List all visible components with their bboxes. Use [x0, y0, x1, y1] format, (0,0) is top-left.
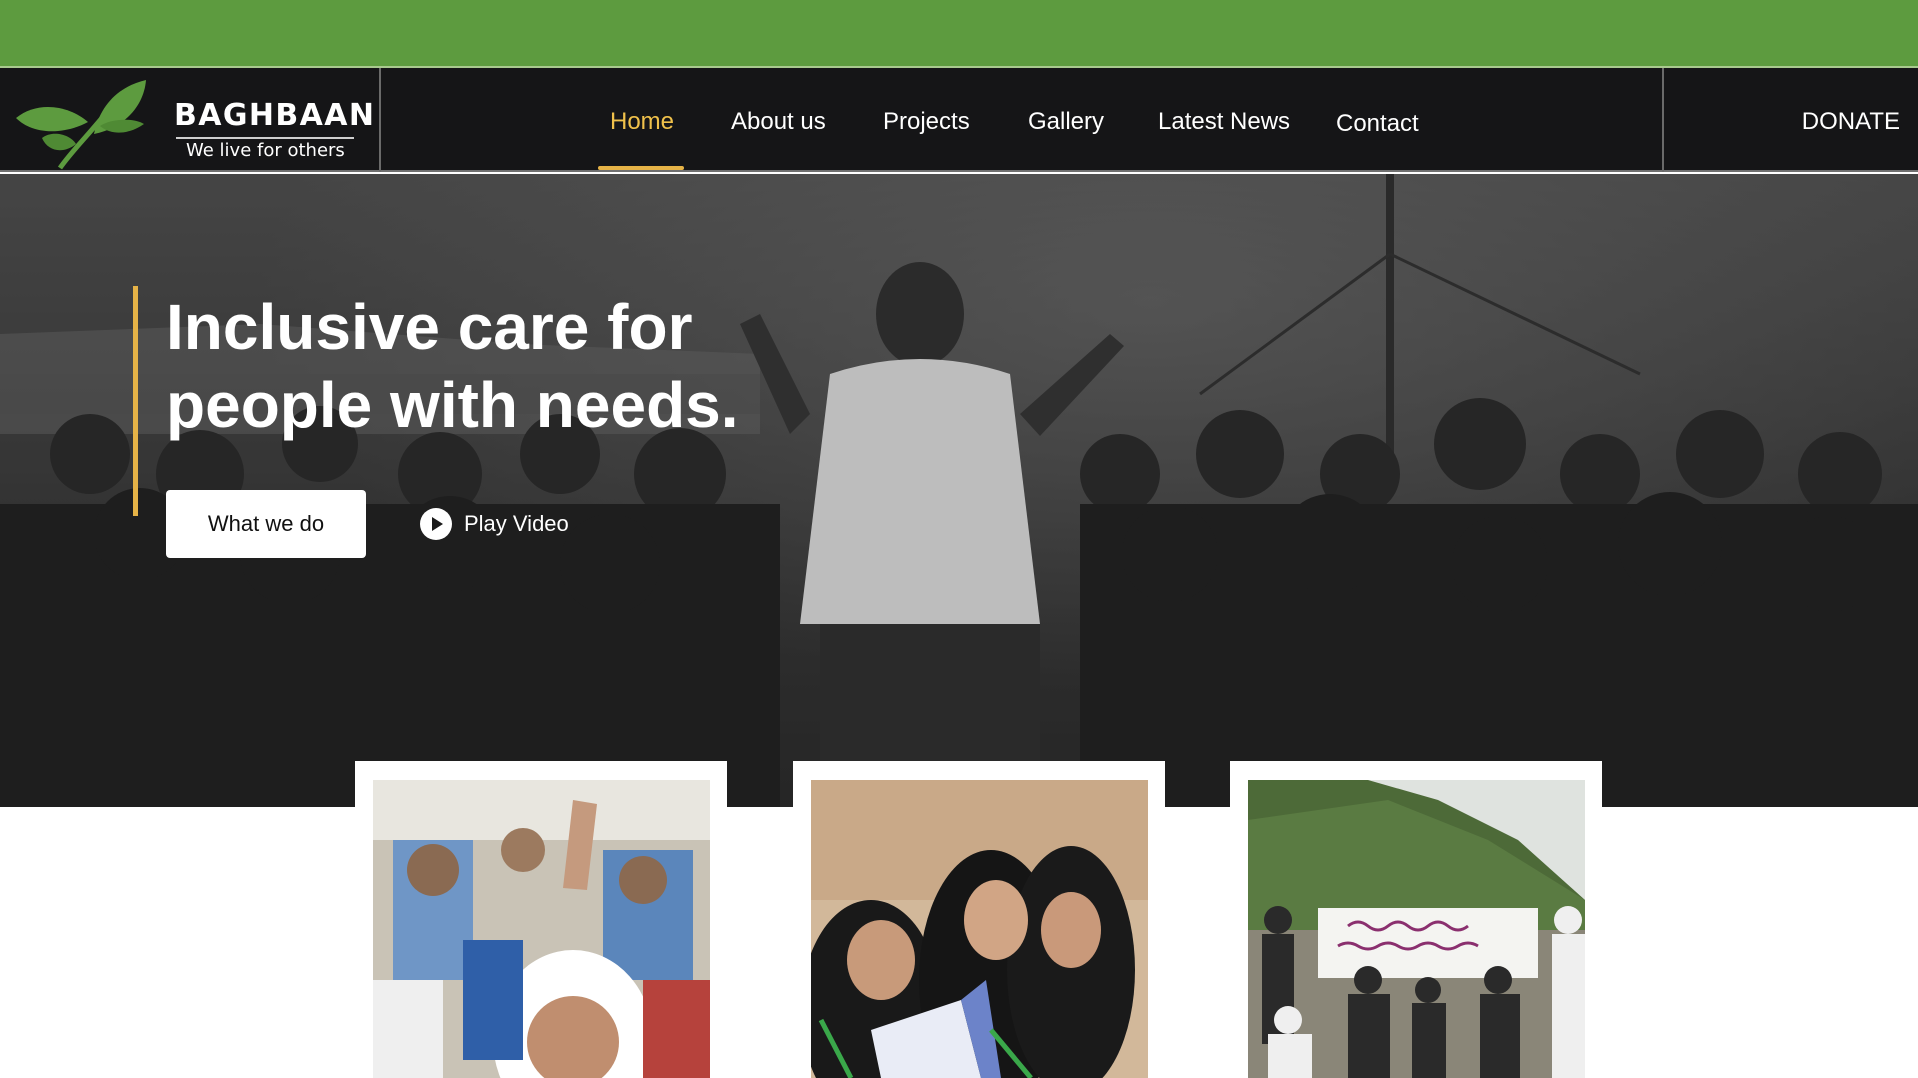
what-we-do-button[interactable]: What we do	[166, 490, 366, 558]
project-card[interactable]	[793, 761, 1165, 1078]
hero-title: Inclusive care for people with needs.	[166, 288, 806, 444]
nav-item-latest-news[interactable]: Latest News	[1158, 108, 1290, 136]
nav-active-indicator	[598, 166, 684, 170]
project-card[interactable]	[355, 761, 727, 1078]
banner-gathering-photo	[1248, 780, 1585, 1078]
hero-accent-bar	[133, 286, 138, 516]
top-bar	[0, 0, 1918, 68]
main-nav: Home About us Projects Gallery Latest Ne…	[0, 68, 1918, 172]
project-card-image	[811, 780, 1148, 1078]
project-card-image	[1248, 780, 1585, 1078]
nav-item-contact[interactable]: Contact	[1336, 110, 1419, 138]
hero-section: Inclusive care for people with needs. Wh…	[0, 174, 1918, 807]
nav-item-home[interactable]: Home	[610, 108, 674, 136]
nav-item-projects[interactable]: Projects	[883, 108, 970, 136]
play-video-button[interactable]: Play Video	[420, 507, 569, 541]
project-card[interactable]	[1230, 761, 1602, 1078]
hero-title-line1: Inclusive care for	[166, 291, 693, 363]
site-header: BAGHBAAN We live for others Home About u…	[0, 68, 1918, 172]
project-card-image	[373, 780, 710, 1078]
play-circle-icon	[420, 508, 452, 540]
nav-item-gallery[interactable]: Gallery	[1028, 108, 1104, 136]
classroom-photo	[373, 780, 710, 1078]
hero-title-line2: people with needs.	[166, 369, 739, 441]
donate-area: DONATE	[1662, 68, 1918, 172]
play-video-label: Play Video	[464, 511, 569, 536]
nav-item-about-us[interactable]: About us	[731, 108, 826, 136]
donate-button[interactable]: DONATE	[1802, 108, 1900, 136]
girls-studying-photo	[811, 780, 1148, 1078]
